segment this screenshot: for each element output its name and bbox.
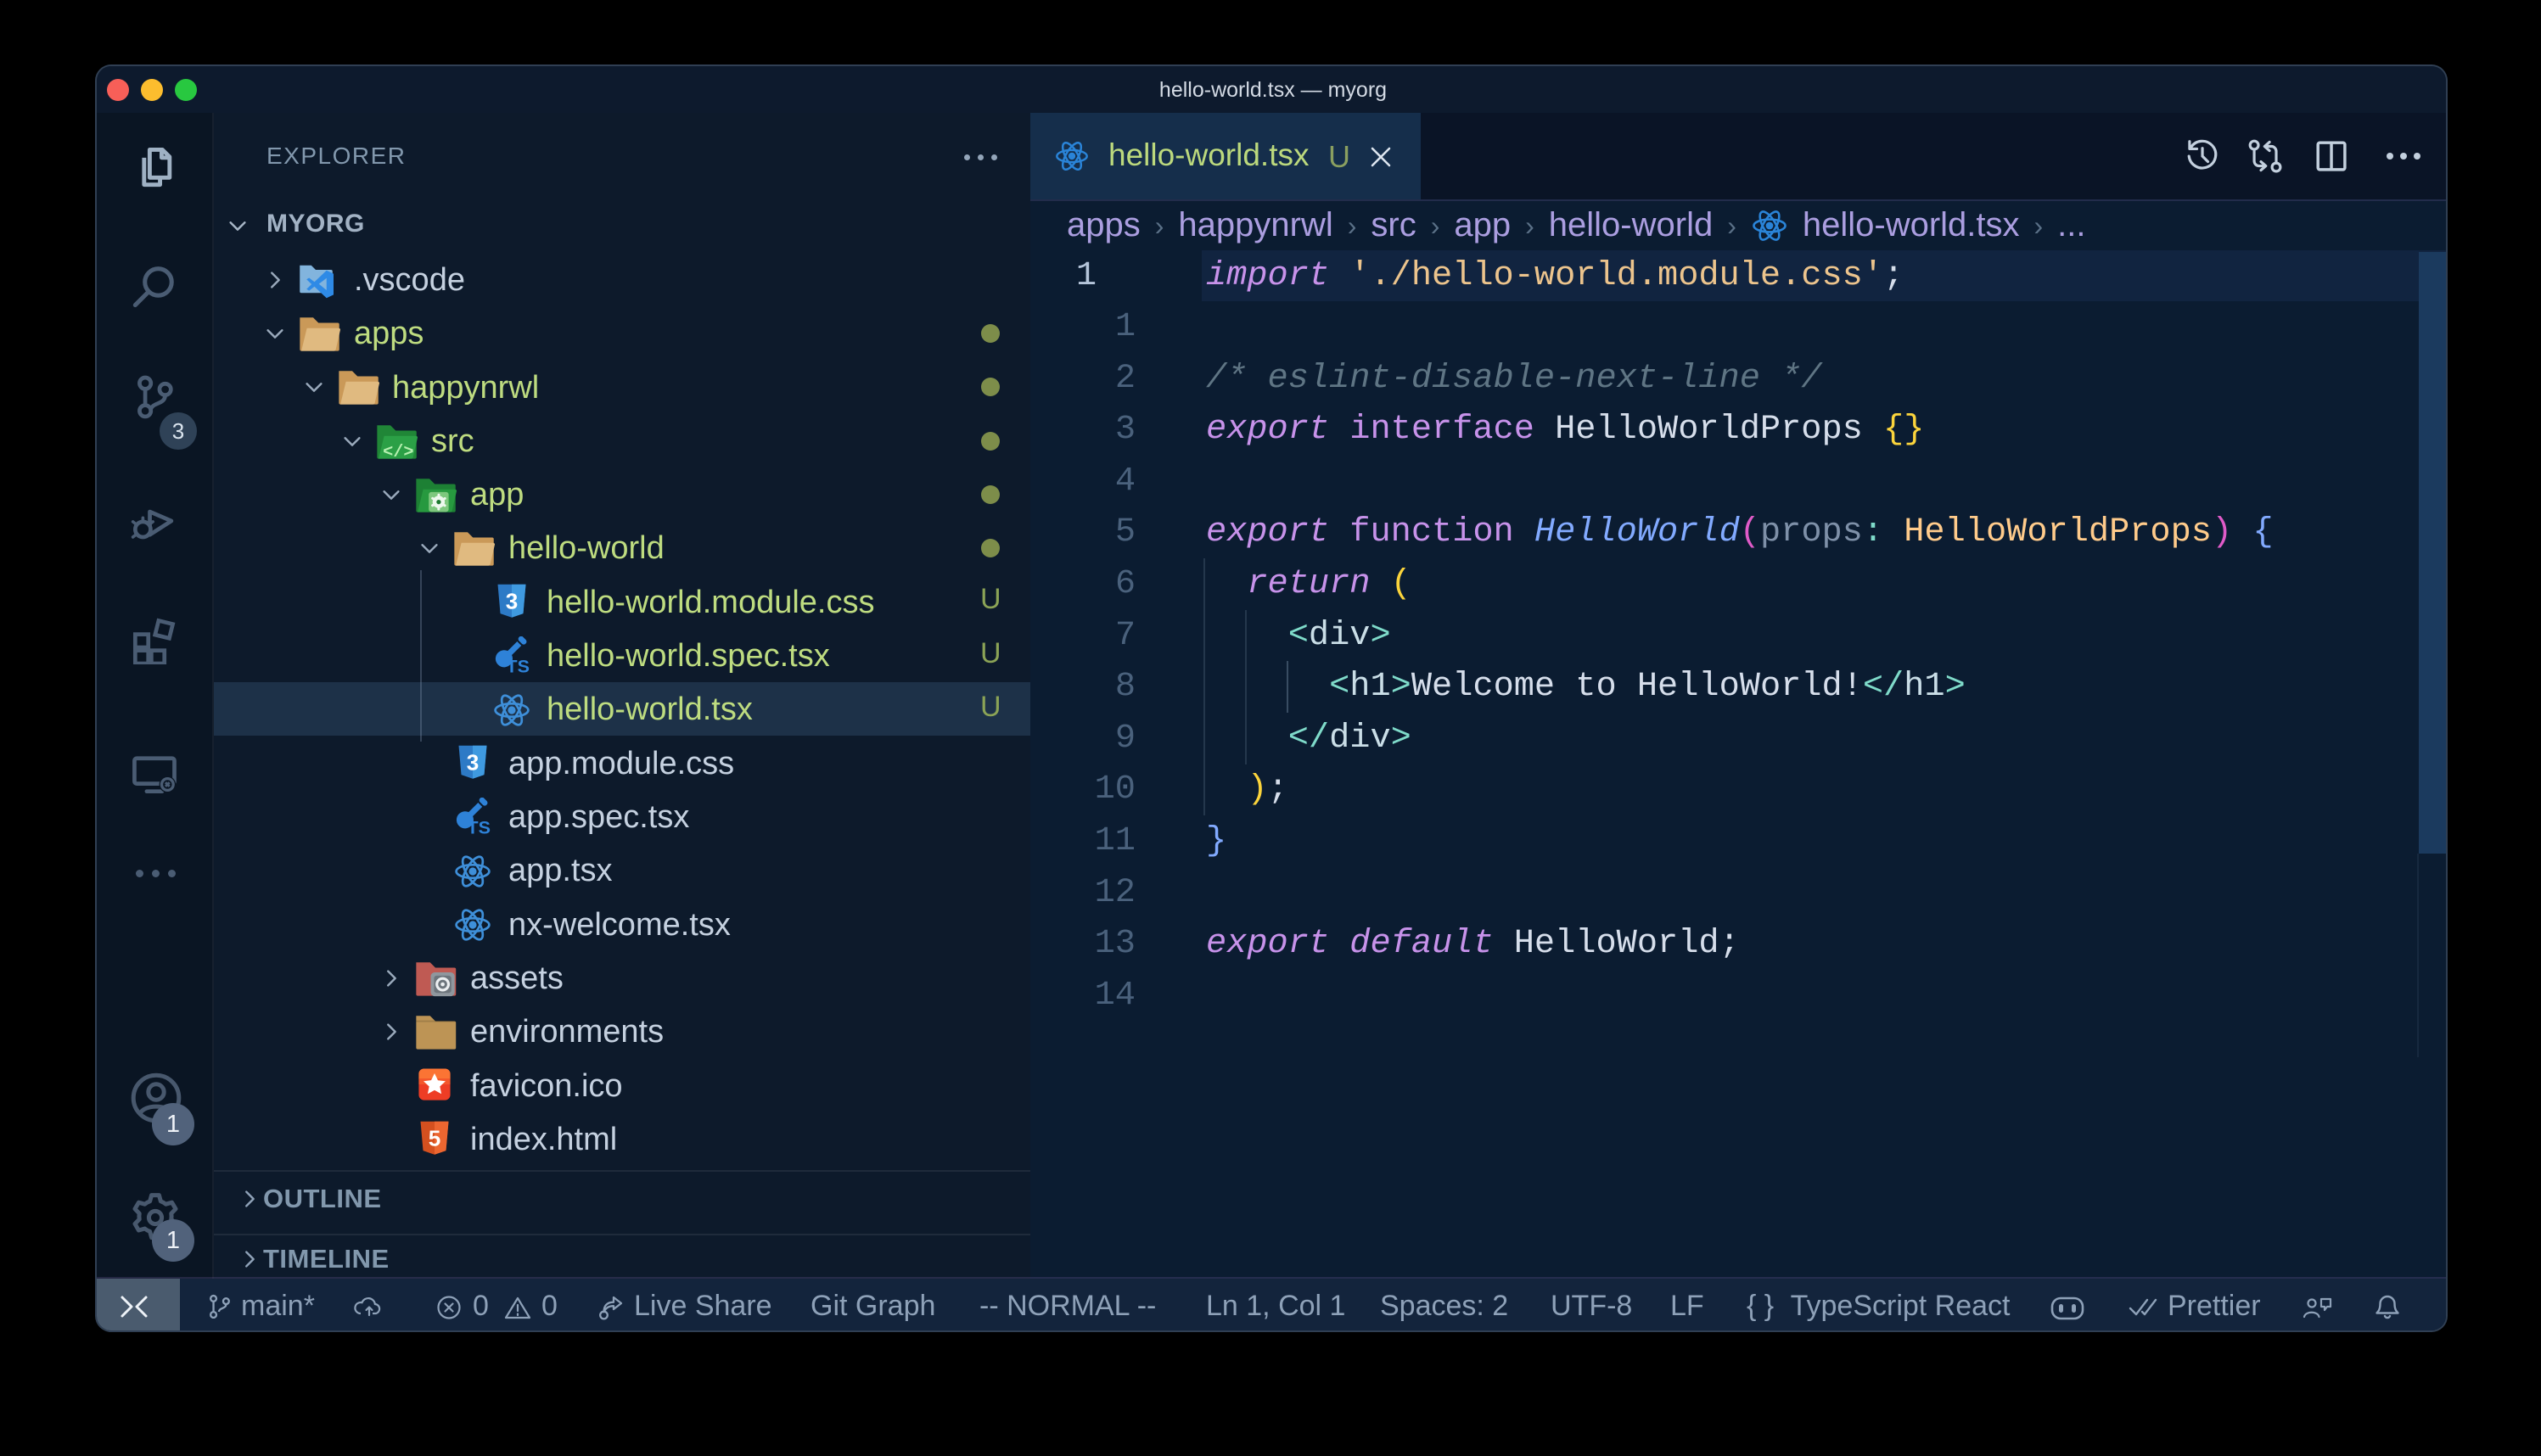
svg-text:3: 3 [467,750,480,776]
svg-text:</>: </> [383,443,414,462]
svg-text:TS: TS [467,816,491,837]
svg-text:5: 5 [428,1126,440,1151]
svg-text:3: 3 [505,589,518,614]
svg-text:TS: TS [506,655,530,675]
